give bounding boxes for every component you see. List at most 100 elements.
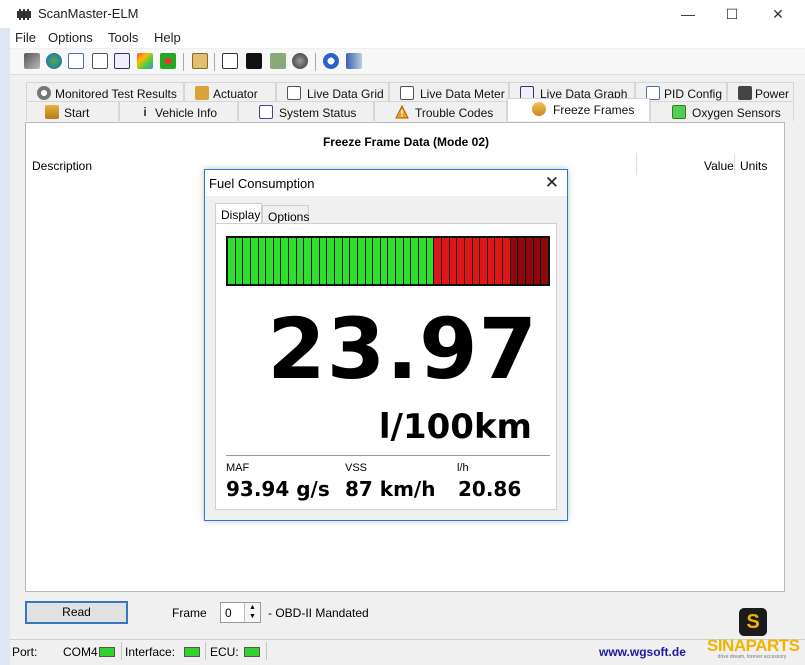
grid-icon[interactable] xyxy=(92,53,108,69)
fuel-consumption-dialog: Fuel Consumption ✕ Display Options 23.97… xyxy=(204,169,568,521)
freeze-frame-title: Freeze Frame Data (Mode 02) xyxy=(322,135,490,149)
fuel-consumption-value: 23.97 xyxy=(267,300,538,398)
bar-segment xyxy=(281,238,289,284)
monitor-search-icon[interactable] xyxy=(222,53,238,69)
menu-tools[interactable]: Tools xyxy=(108,30,138,45)
tab-trouble-codes[interactable]: Trouble Codes xyxy=(374,101,507,121)
terminal-icon[interactable] xyxy=(246,53,262,69)
engine-icon xyxy=(738,86,752,100)
tab-actuator[interactable]: Actuator xyxy=(184,82,276,102)
hand-icon xyxy=(195,86,209,100)
chart-icon[interactable] xyxy=(114,53,130,69)
bar-segment xyxy=(525,238,533,284)
bar-segment xyxy=(388,238,396,284)
tab-label: Live Data Grid xyxy=(307,87,384,101)
bar-segment xyxy=(304,238,312,284)
bar-segment xyxy=(457,238,464,284)
sinaparts-logo: S SINAPARTS drive dream, forever accesso… xyxy=(707,608,800,660)
bar-segment xyxy=(380,238,388,284)
status-bar: Port: COM4 Interface: ECU: www.wgsoft.de xyxy=(10,639,805,661)
tab-freeze-frames[interactable]: Freeze Frames xyxy=(507,98,650,121)
tab-vehicle-info[interactable]: i Vehicle Info xyxy=(119,101,238,121)
vss-value: 87 km/h xyxy=(345,477,436,501)
menu-options[interactable]: Options xyxy=(48,30,93,45)
toolbar-separator xyxy=(183,53,184,71)
status-divider xyxy=(266,642,267,660)
globe-icon[interactable] xyxy=(46,53,62,69)
tab-label: System Status xyxy=(279,106,357,120)
column-description[interactable]: Description xyxy=(32,159,92,173)
logo-name: SINAPARTS xyxy=(707,636,800,655)
tab-label: Display xyxy=(221,208,261,222)
column-units[interactable]: Units xyxy=(740,159,767,173)
tab-oxygen-sensors[interactable]: Oxygen Sensors xyxy=(650,101,794,121)
minimize-button[interactable]: — xyxy=(678,4,698,24)
column-divider xyxy=(734,153,735,175)
menu-help[interactable]: Help xyxy=(154,30,181,45)
grid-icon xyxy=(287,86,301,100)
title-bar: ScanMaster-ELM — ☐ ✕ xyxy=(0,0,805,28)
exit-icon[interactable] xyxy=(346,53,362,69)
document-icon[interactable] xyxy=(68,53,84,69)
tab-label: Power xyxy=(755,87,790,101)
menu-bar: File Options Tools Help xyxy=(10,28,805,48)
bar-segment xyxy=(373,238,380,284)
tab-monitored-test-results[interactable]: Monitored Test Results xyxy=(26,82,184,102)
bar-segment xyxy=(266,238,273,284)
color-grid-icon[interactable] xyxy=(137,53,153,69)
traffic-light-icon[interactable] xyxy=(160,53,176,69)
frame-stepper[interactable]: ▲ ▼ xyxy=(244,603,260,622)
status-divider xyxy=(121,642,122,660)
dialog-tab-options[interactable]: Options xyxy=(262,205,309,225)
checklist-icon xyxy=(259,105,273,119)
maf-value: 93.94 g/s xyxy=(226,477,330,501)
tab-power[interactable]: Power xyxy=(727,82,794,102)
bar-segment xyxy=(426,238,434,284)
maximize-button[interactable]: ☐ xyxy=(722,4,742,24)
tab-label: Actuator xyxy=(213,87,258,101)
read-button[interactable]: Read xyxy=(25,601,128,624)
toolbar-separator xyxy=(214,53,215,71)
bar-segment xyxy=(312,238,319,284)
close-button[interactable]: ✕ xyxy=(768,4,788,24)
dialog-close-button[interactable]: ✕ xyxy=(545,173,559,193)
bar-segment xyxy=(480,238,487,284)
column-value[interactable]: Value xyxy=(704,159,734,173)
clipboard-icon[interactable] xyxy=(192,53,208,69)
spin-up-icon[interactable]: ▲ xyxy=(245,603,260,612)
info-icon: i xyxy=(143,105,147,119)
tab-live-data-grid[interactable]: Live Data Grid xyxy=(276,82,389,102)
dialog-tab-display[interactable]: Display xyxy=(215,203,262,224)
bar-segment xyxy=(396,238,403,284)
divider xyxy=(226,455,550,456)
bar-segment xyxy=(411,238,419,284)
website-link[interactable]: www.wgsoft.de xyxy=(599,645,686,659)
info-icon[interactable] xyxy=(323,53,339,69)
sensor-icon xyxy=(672,105,686,119)
ecu-status-led xyxy=(244,647,260,657)
tab-system-status[interactable]: System Status xyxy=(238,101,374,121)
bar-segment xyxy=(357,238,365,284)
bar-segment xyxy=(365,238,373,284)
bar-segment xyxy=(289,238,296,284)
tab-live-data-meter[interactable]: Live Data Meter xyxy=(389,82,509,102)
app-icon xyxy=(17,9,31,20)
battery-icon[interactable] xyxy=(270,53,286,69)
stop-icon[interactable] xyxy=(292,53,308,69)
tab-label: Freeze Frames xyxy=(553,103,635,117)
bar-segment xyxy=(228,238,235,284)
tab-label: Trouble Codes xyxy=(415,106,494,120)
bar-segment xyxy=(503,238,510,284)
home-icon xyxy=(45,105,59,119)
bar-segment xyxy=(533,238,541,284)
bar-segment xyxy=(273,238,281,284)
spin-down-icon[interactable]: ▼ xyxy=(245,612,260,621)
bar-segment xyxy=(495,238,503,284)
bar-segment xyxy=(518,238,525,284)
tab-start[interactable]: Start xyxy=(26,101,119,121)
warning-icon xyxy=(395,104,409,119)
menu-file[interactable]: File xyxy=(15,30,36,45)
connect-icon[interactable] xyxy=(24,53,40,69)
tab-label: Start xyxy=(64,106,90,120)
snowman-icon xyxy=(532,102,546,116)
